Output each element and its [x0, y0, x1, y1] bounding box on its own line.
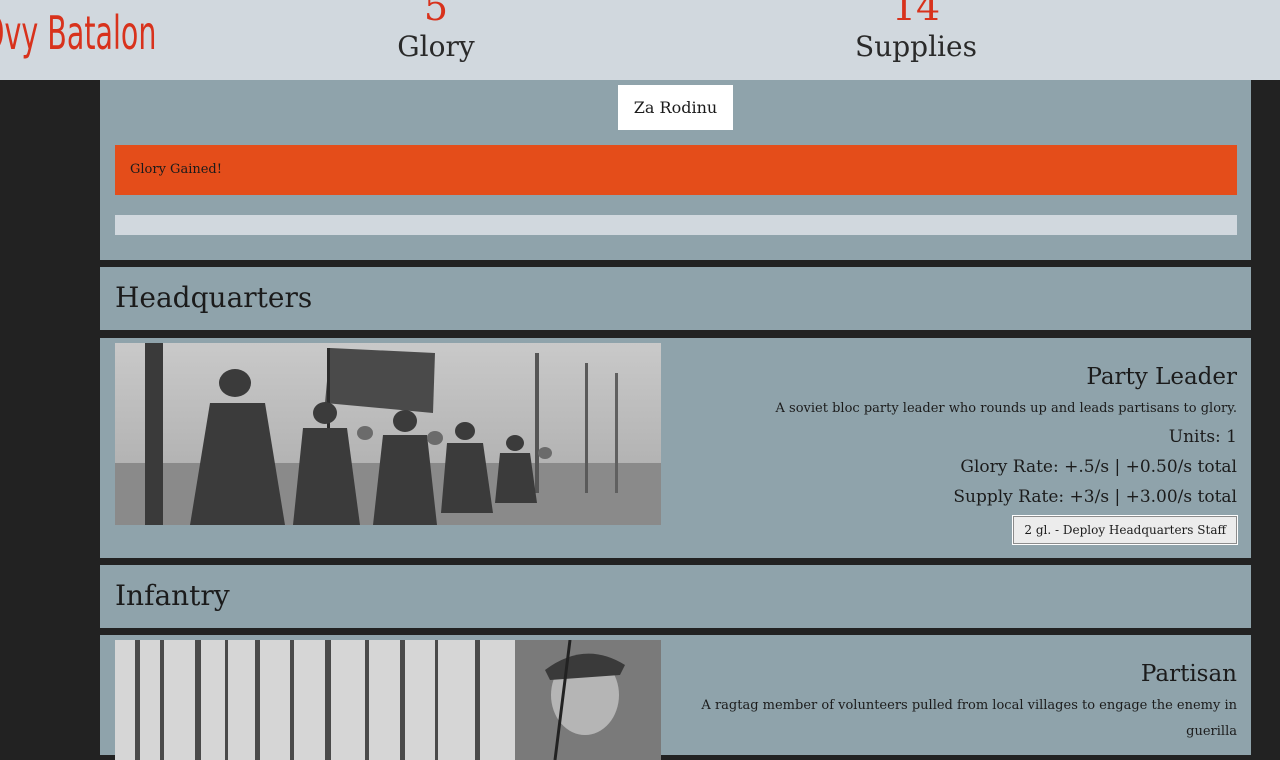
infantry-title: Infantry	[115, 579, 230, 612]
unit-description: A soviet bloc party leader who rounds up…	[775, 401, 1237, 416]
za-rodinu-button[interactable]: Za Rodinu	[618, 85, 733, 130]
deploy-headquarters-staff-button[interactable]: 2 gl. - Deploy Headquarters Staff	[1012, 515, 1238, 545]
glory-label: Glory	[397, 30, 475, 63]
supply-rate: Supply Rate: +3/s | +3.00/s total	[953, 487, 1237, 507]
glory-value: 5	[423, 0, 449, 29]
partisan-info: Partisan A ragtag member of volunteers p…	[677, 655, 1237, 745]
supplies-label: Supplies	[855, 30, 977, 63]
party-leader-info: Party Leader A soviet bloc party leader …	[677, 358, 1238, 545]
supplies-counter: 14 Supplies	[816, 0, 1016, 64]
partisan-photo	[115, 640, 661, 760]
supplies-value: 14	[891, 0, 941, 29]
glory-gained-notice: Glory Gained!	[115, 145, 1237, 195]
party-leader-card: Party Leader A soviet bloc party leader …	[100, 338, 1251, 558]
game-title: Ovy Batalon	[0, 6, 157, 60]
glory-rate: Glory Rate: +.5/s | +0.50/s total	[960, 457, 1237, 477]
partisan-card: Partisan A ragtag member of volunteers p…	[100, 635, 1251, 760]
party-leader-photo	[115, 343, 661, 525]
glory-counter: 5 Glory	[336, 0, 536, 64]
headquarters-title: Headquarters	[115, 281, 313, 314]
unit-description: A ragtag member of volunteers pulled fro…	[701, 698, 1237, 739]
progress-bar	[115, 215, 1237, 235]
unit-name: Partisan	[1140, 661, 1237, 687]
unit-count: Units: 1	[1168, 427, 1237, 447]
unit-name: Party Leader	[1086, 364, 1237, 390]
headquarters-section-header: Headquarters	[100, 267, 1251, 330]
action-panel: Za Rodinu Glory Gained!	[100, 80, 1251, 260]
infantry-section-header: Infantry	[100, 565, 1251, 628]
top-bar: Ovy Batalon 5 Glory 14 Supplies	[0, 0, 1280, 80]
